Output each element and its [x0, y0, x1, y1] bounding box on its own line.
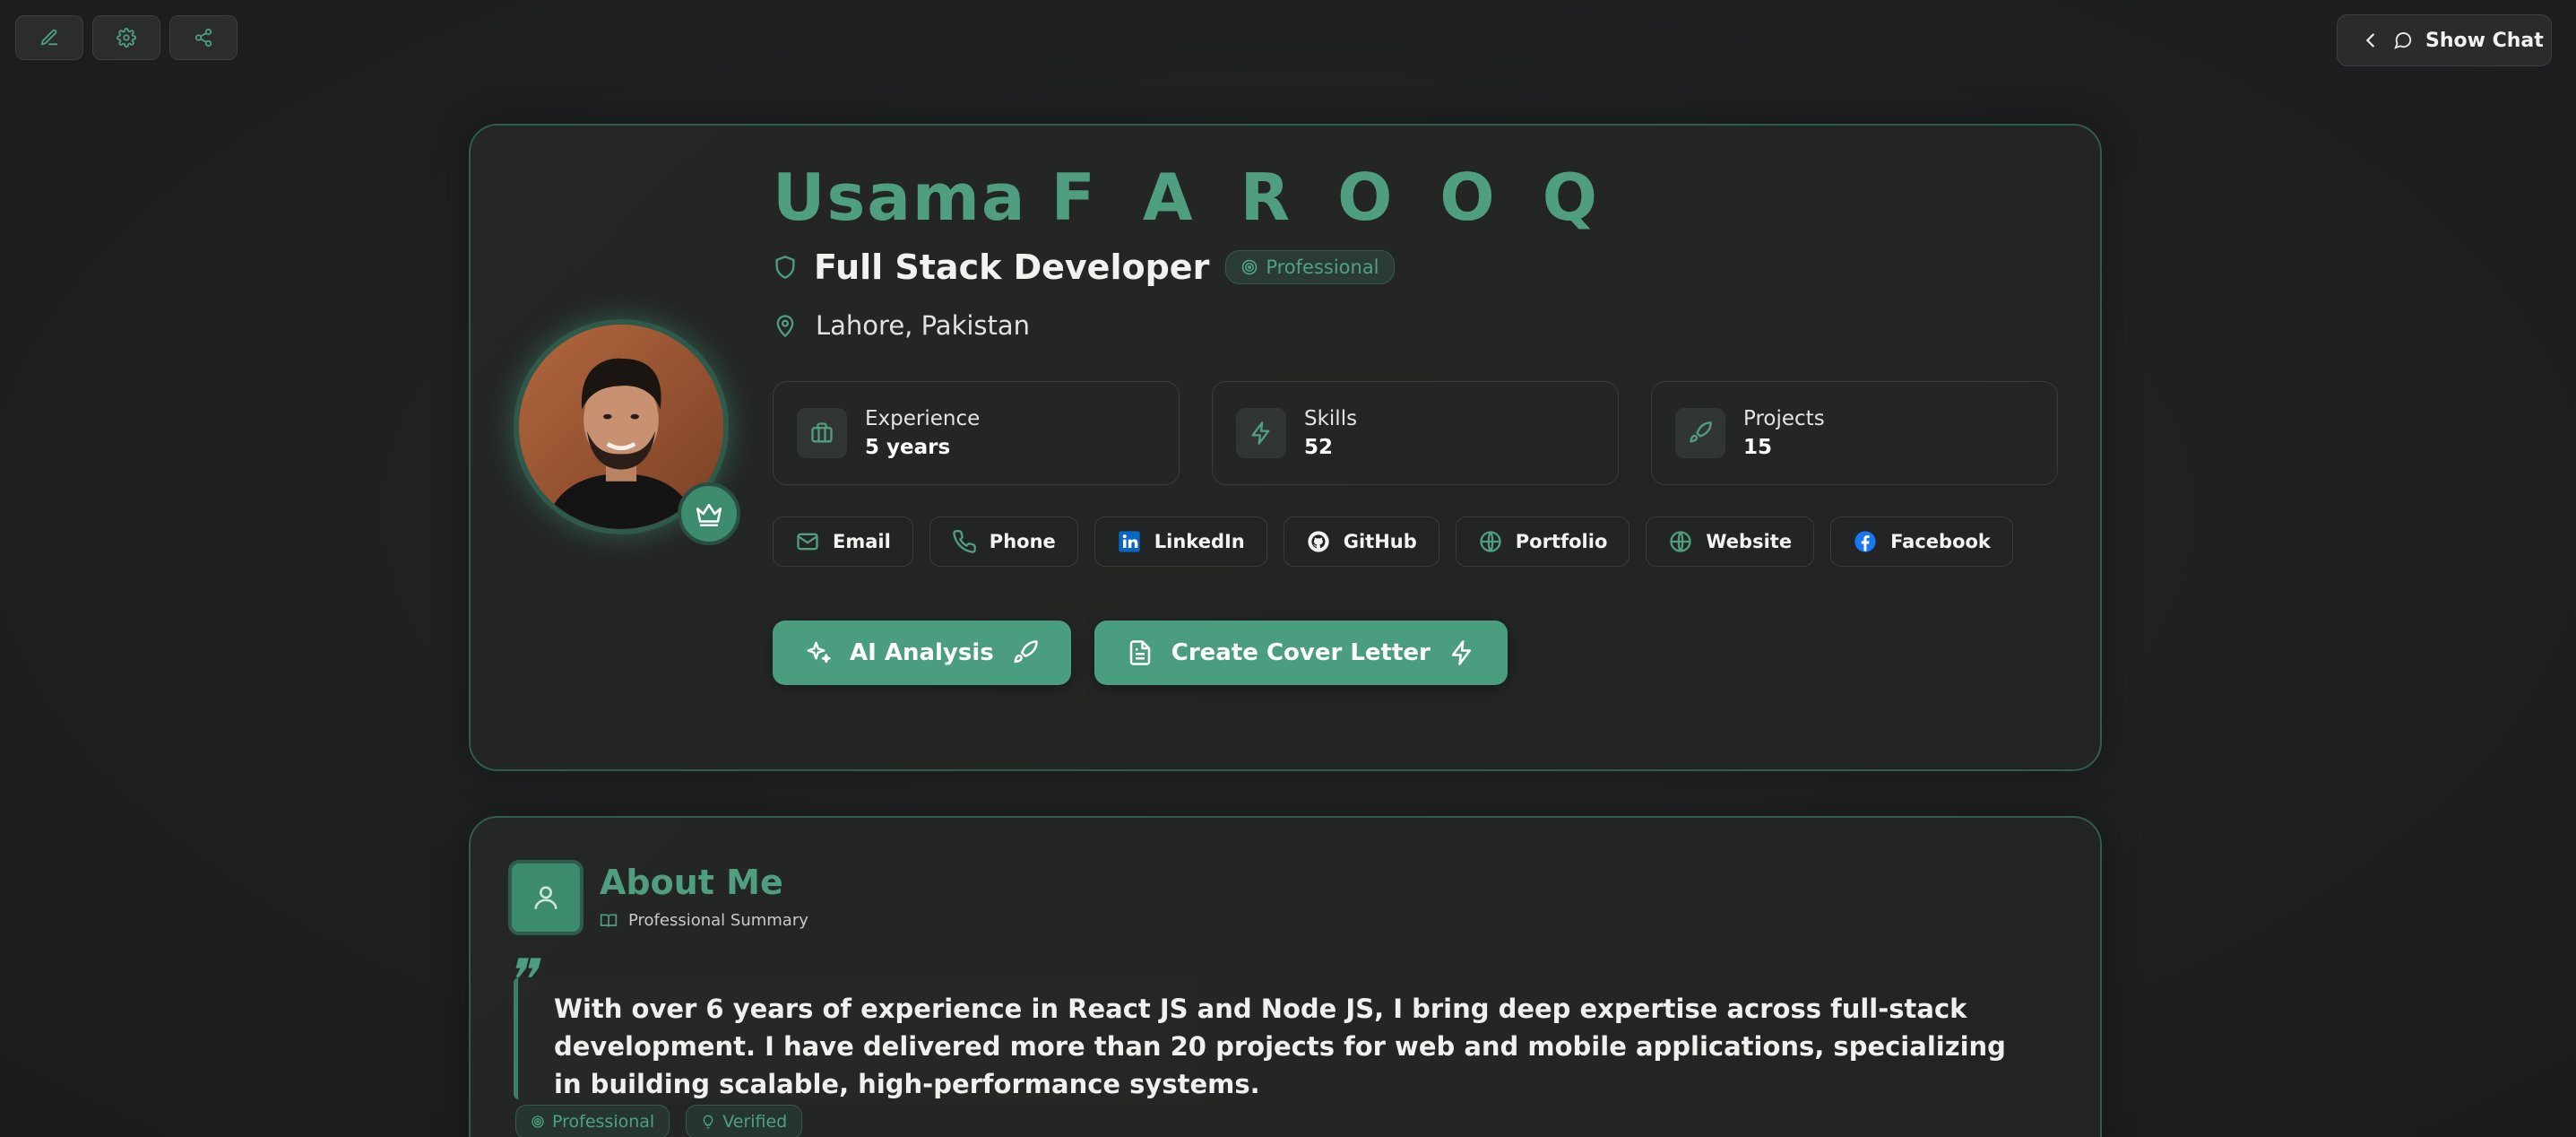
mail-icon: [795, 529, 820, 554]
portfolio-label: Portfolio: [1515, 531, 1608, 552]
linkedin-label: LinkedIn: [1154, 531, 1245, 552]
first-name: Usama: [773, 160, 1027, 235]
role-title: Full Stack Developer: [814, 247, 1210, 287]
location-text: Lahore, Pakistan: [816, 310, 1031, 341]
share-button[interactable]: [169, 15, 238, 60]
stat-label: Experience: [865, 407, 981, 430]
share-icon: [194, 28, 213, 48]
portfolio-link[interactable]: Portfolio: [1455, 516, 1630, 567]
edit-button[interactable]: [15, 15, 83, 60]
top-toolbar: [15, 15, 238, 60]
about-subtitle-text: Professional Summary: [628, 911, 808, 930]
avatar-container: [514, 319, 740, 545]
stat-skills: Skills 52: [1212, 381, 1619, 485]
show-chat-button[interactable]: Show Chat: [2337, 14, 2552, 66]
chat-bubble-icon: [2393, 30, 2413, 50]
tag-verified: Verified: [686, 1105, 803, 1137]
profile-hero-card: Usama F A R O O Q Full Stack Developer P…: [469, 124, 2102, 771]
tag-label: Verified: [722, 1112, 788, 1132]
target-icon: [1240, 258, 1258, 276]
role-row: Full Stack Developer Professional: [773, 247, 1395, 287]
about-summary: With over 6 years of experience in React…: [514, 977, 2064, 1099]
contact-links: Email Phone LinkedIn GitHub Portfolio We…: [773, 516, 2013, 567]
tag-professional: Professional: [515, 1105, 670, 1137]
map-pin-icon: [773, 313, 798, 338]
rocket-icon: [1012, 639, 1039, 666]
gear-icon: [117, 28, 136, 48]
email-label: Email: [833, 531, 891, 552]
stat-label: Projects: [1743, 407, 1825, 430]
cover-letter-label: Create Cover Letter: [1171, 639, 1431, 666]
document-icon: [1127, 639, 1154, 666]
phone-label: Phone: [989, 531, 1056, 552]
location-row: Lahore, Pakistan: [773, 310, 1030, 341]
role-badge-label: Professional: [1266, 256, 1379, 278]
about-card: About Me Professional Summary ❞ With ove…: [469, 816, 2102, 1137]
linkedin-icon: [1117, 529, 1142, 554]
chevron-left-icon: [2361, 30, 2381, 50]
about-tags: Professional Verified: [515, 1105, 803, 1137]
stat-experience: Experience 5 years: [773, 381, 1180, 485]
rocket-icon: [1675, 408, 1725, 458]
profile-name: Usama F A R O O Q: [773, 160, 1610, 235]
create-cover-letter-button[interactable]: Create Cover Letter: [1094, 621, 1508, 685]
crown-icon: [694, 499, 724, 529]
crown-badge: [678, 482, 740, 545]
ai-analysis-label: AI Analysis: [850, 639, 994, 666]
website-label: Website: [1706, 531, 1793, 552]
ai-analysis-button[interactable]: AI Analysis: [773, 621, 1071, 685]
stat-label: Skills: [1304, 407, 1358, 430]
phone-icon: [952, 529, 977, 554]
settings-button[interactable]: [92, 15, 160, 60]
facebook-icon: [1853, 529, 1878, 554]
github-label: GitHub: [1343, 531, 1417, 552]
target-icon: [531, 1115, 545, 1129]
github-icon: [1306, 529, 1331, 554]
about-subtitle: Professional Summary: [600, 911, 808, 930]
user-icon: [508, 860, 583, 935]
globe-icon: [1478, 529, 1503, 554]
lightning-icon: [1448, 639, 1475, 666]
shield-icon: [773, 255, 798, 280]
globe-icon: [1668, 529, 1693, 554]
about-title: About Me: [600, 863, 783, 902]
phone-link[interactable]: Phone: [929, 516, 1078, 567]
facebook-link[interactable]: Facebook: [1830, 516, 2013, 567]
linkedin-link[interactable]: LinkedIn: [1094, 516, 1267, 567]
book-icon: [600, 912, 618, 930]
website-link[interactable]: Website: [1646, 516, 1815, 567]
github-link[interactable]: GitHub: [1283, 516, 1439, 567]
show-chat-label: Show Chat: [2425, 29, 2544, 52]
last-name: F A R O O Q: [1050, 160, 1610, 235]
stats-row: Experience 5 years Skills 52 Projects 15: [773, 381, 2058, 485]
facebook-label: Facebook: [1890, 531, 1991, 552]
stat-projects: Projects 15: [1651, 381, 2058, 485]
tag-label: Professional: [552, 1112, 655, 1132]
stat-value: 5 years: [865, 436, 951, 459]
stat-value: 52: [1304, 436, 1334, 459]
action-buttons: AI Analysis Create Cover Letter: [773, 621, 1508, 685]
briefcase-icon: [797, 408, 847, 458]
edit-icon: [39, 28, 59, 48]
sparkle-icon: [805, 639, 832, 666]
stat-value: 15: [1743, 436, 1773, 459]
lightbulb-icon: [701, 1115, 715, 1129]
lightning-icon: [1236, 408, 1286, 458]
email-link[interactable]: Email: [773, 516, 913, 567]
role-badge: Professional: [1225, 250, 1395, 284]
